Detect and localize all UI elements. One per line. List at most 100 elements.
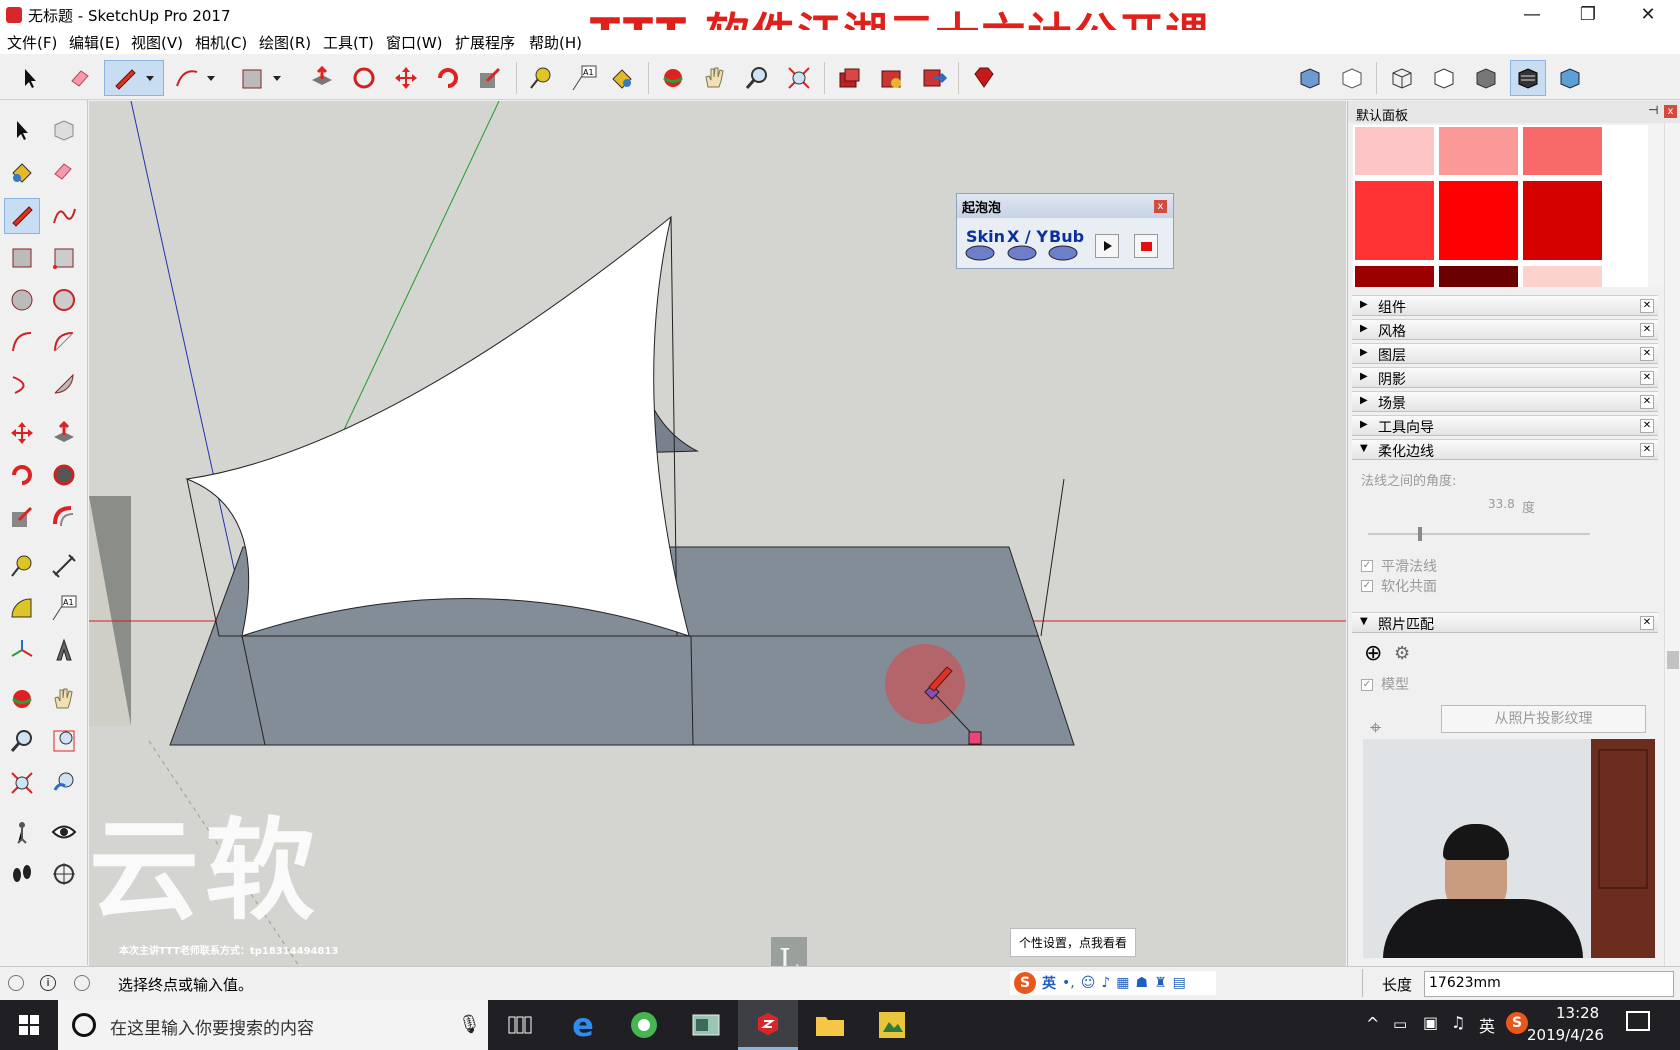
- tray-components[interactable]: ▶ 组件 ✕: [1352, 295, 1658, 316]
- rectangle-tool-button[interactable]: [236, 60, 292, 96]
- tray-close-icon[interactable]: ✕: [1640, 616, 1654, 630]
- tape-measure-button[interactable]: [523, 60, 559, 96]
- close-button[interactable]: ✕: [1620, 0, 1676, 30]
- tray-close-icon[interactable]: ✕: [1640, 323, 1654, 337]
- lt-move[interactable]: [4, 415, 40, 451]
- color-swatch[interactable]: [1439, 127, 1518, 175]
- skin-shirt-icon[interactable]: ♜: [1154, 975, 1167, 991]
- select-tool-button[interactable]: [12, 60, 48, 96]
- lt-orbit[interactable]: [4, 681, 40, 717]
- tray-close-icon[interactable]: ✕: [1640, 299, 1654, 313]
- sogou-tray-icon[interactable]: S: [1506, 1012, 1528, 1034]
- tray-close-icon[interactable]: ✕: [1640, 419, 1654, 433]
- color-swatch[interactable]: [1355, 127, 1434, 175]
- arc-tool-button[interactable]: [170, 60, 226, 96]
- keyboard-icon[interactable]: ▦: [1116, 975, 1129, 991]
- panel-scrollbar-thumb[interactable]: [1667, 651, 1679, 669]
- browser-360-button[interactable]: [614, 1000, 674, 1050]
- task-view-button[interactable]: [490, 1000, 550, 1050]
- hidden-line-button[interactable]: [1426, 60, 1462, 96]
- tray-close-icon[interactable]: ✕: [1640, 371, 1654, 385]
- lt-paint[interactable]: [4, 154, 40, 190]
- lt-rotate[interactable]: [4, 457, 40, 493]
- lt-freehand[interactable]: [46, 198, 82, 234]
- image-viewer-button[interactable]: [862, 1000, 922, 1050]
- zoom-button[interactable]: [739, 60, 775, 96]
- lt-pie[interactable]: [46, 366, 82, 402]
- network-icon[interactable]: ▣: [1423, 1013, 1438, 1032]
- move-tool-button[interactable]: [388, 60, 424, 96]
- push-pull-button[interactable]: [304, 60, 340, 96]
- lt-pan[interactable]: [46, 681, 82, 717]
- shaded-textures-button[interactable]: [1510, 60, 1546, 96]
- lt-rectangle[interactable]: [4, 240, 40, 276]
- tray-close-icon[interactable]: ✕: [1640, 395, 1654, 409]
- menu-file[interactable]: 文件(F): [7, 32, 57, 53]
- volume-icon[interactable]: ♫: [1451, 1013, 1465, 1032]
- orbit-button[interactable]: [655, 60, 691, 96]
- lt-eraser[interactable]: [46, 154, 82, 190]
- clock-date[interactable]: 2019/4/26: [1527, 1026, 1604, 1044]
- microphone-icon[interactable]: 🎙: [458, 1014, 481, 1035]
- microphone-icon[interactable]: ♪: [1101, 975, 1110, 991]
- shaded-button[interactable]: [1468, 60, 1504, 96]
- share-model-button[interactable]: [916, 60, 952, 96]
- menu-extensions[interactable]: 扩展程序: [455, 32, 515, 53]
- tray-styles[interactable]: ▶ 风格 ✕: [1352, 319, 1658, 340]
- lt-zoom-window[interactable]: [46, 723, 82, 759]
- tray-shadows[interactable]: ▶ 阴影 ✕: [1352, 367, 1658, 388]
- bubble-close-button[interactable]: x: [1154, 200, 1167, 213]
- angle-slider-thumb[interactable]: [1418, 527, 1422, 541]
- text-tool-button[interactable]: A1: [566, 60, 602, 96]
- line-tool-button[interactable]: [104, 60, 164, 96]
- lt-component[interactable]: [46, 112, 82, 148]
- color-swatch[interactable]: [1523, 127, 1602, 175]
- file-explorer-button[interactable]: [800, 1000, 860, 1050]
- lt-protractor[interactable]: [4, 590, 40, 626]
- lt-push-pull[interactable]: [46, 415, 82, 451]
- lt-previous-view[interactable]: [46, 765, 82, 801]
- tray-instructor[interactable]: ▶ 工具向导 ✕: [1352, 415, 1658, 436]
- lt-scale[interactable]: [4, 499, 40, 535]
- zoom-extents-button[interactable]: [781, 60, 817, 96]
- color-swatch[interactable]: [1523, 266, 1602, 287]
- iso-view-button[interactable]: [1292, 60, 1328, 96]
- punctuation-icon[interactable]: •,: [1062, 975, 1075, 991]
- user-profile-icon[interactable]: ☗: [1136, 975, 1149, 991]
- rotate-tool-button[interactable]: [430, 60, 466, 96]
- app-window-button[interactable]: [676, 1000, 736, 1050]
- emoji-icon[interactable]: ☺: [1081, 975, 1096, 991]
- lt-tape[interactable]: [4, 548, 40, 584]
- smooth-normals-checkbox[interactable]: ✓: [1361, 560, 1373, 572]
- lt-circle[interactable]: [4, 282, 40, 318]
- show-hidden-icons-chevron[interactable]: ^: [1366, 1014, 1379, 1033]
- scale-tool-button[interactable]: [472, 60, 508, 96]
- color-swatch[interactable]: [1439, 181, 1518, 260]
- battery-icon[interactable]: ▭: [1393, 1015, 1407, 1033]
- color-swatch[interactable]: [1355, 266, 1434, 287]
- lt-position-camera[interactable]: [4, 814, 40, 850]
- bubble-stop-button[interactable]: [1134, 234, 1158, 258]
- lt-zoom-extents[interactable]: [4, 765, 40, 801]
- lt-line[interactable]: [4, 198, 40, 234]
- lt-rotated-rectangle[interactable]: [46, 240, 82, 276]
- color-swatch[interactable]: [1439, 266, 1518, 287]
- toolbox-icon[interactable]: ▤: [1173, 975, 1186, 991]
- add-photo-icon[interactable]: ⊕: [1364, 643, 1382, 665]
- menu-window[interactable]: 窗口(W): [386, 32, 443, 53]
- settings-gear-icon[interactable]: ⚙: [1394, 643, 1410, 664]
- lt-polygon[interactable]: [46, 282, 82, 318]
- menu-edit[interactable]: 编辑(E): [69, 32, 120, 53]
- extension-warehouse-button[interactable]: [874, 60, 910, 96]
- edge-browser-button[interactable]: e: [553, 1000, 613, 1050]
- pin-icon[interactable]: ⊣: [1648, 103, 1658, 117]
- lt-section-plane[interactable]: [46, 856, 82, 892]
- lt-dimension[interactable]: [46, 548, 82, 584]
- start-button[interactable]: [0, 1000, 58, 1050]
- monochrome-button[interactable]: [1552, 60, 1588, 96]
- lt-2pt-arc[interactable]: [46, 324, 82, 360]
- tray-close-icon[interactable]: ✕: [1640, 347, 1654, 361]
- top-view-button[interactable]: [1334, 60, 1370, 96]
- lt-follow-me[interactable]: [46, 457, 82, 493]
- color-swatch[interactable]: [1523, 181, 1602, 260]
